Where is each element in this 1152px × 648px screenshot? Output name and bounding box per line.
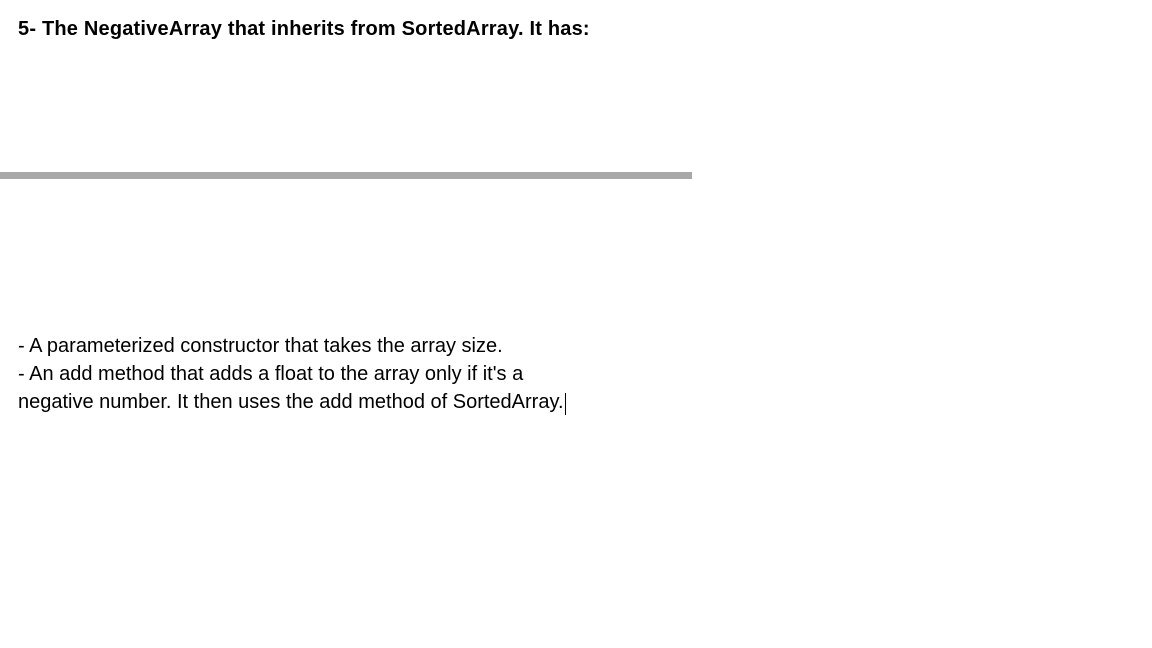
body-line-2: - An add method that adds a float to the… <box>18 360 566 388</box>
body-line-3: negative number. It then uses the add me… <box>18 388 566 416</box>
horizontal-divider <box>0 172 692 179</box>
section-heading: 5- The NegativeArray that inherits from … <box>18 18 590 41</box>
text-cursor <box>565 393 566 415</box>
body-line-3-text: negative number. It then uses the add me… <box>18 391 564 413</box>
body-text-block: - A parameterized constructor that takes… <box>18 332 566 416</box>
body-line-1: - A parameterized constructor that takes… <box>18 332 566 360</box>
